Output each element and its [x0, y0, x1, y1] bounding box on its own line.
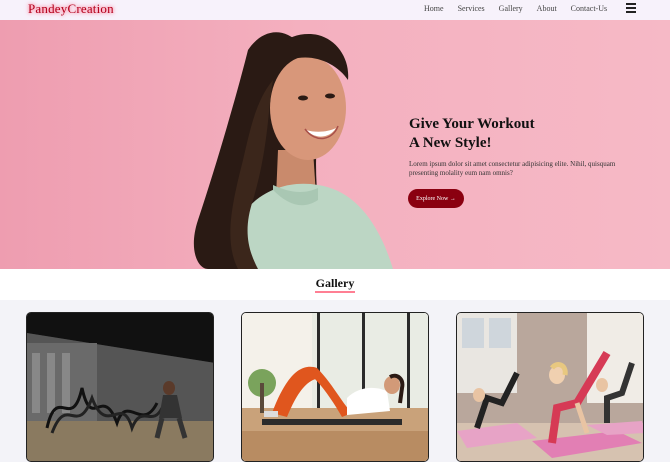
gallery-card-2[interactable]	[241, 312, 429, 462]
brand-logo[interactable]: PandeyCreation	[28, 1, 114, 17]
nav-link-home[interactable]: Home	[424, 4, 444, 13]
hero-description: Lorem ipsum dolor sit amet consectetur a…	[409, 160, 616, 177]
navbar: PandeyCreation Home Services Gallery Abo…	[0, 0, 670, 20]
hero-title-line1: Give Your Workout	[409, 116, 535, 132]
hero-section: Give Your Workout A New Style! Lorem ips…	[0, 20, 670, 269]
hero-woman-photo	[193, 32, 393, 269]
nav-links: Home Services Gallery About Contact-Us	[424, 4, 621, 13]
nav-link-services[interactable]: Services	[458, 4, 485, 13]
gallery-heading-text: Gallery	[314, 276, 356, 293]
hamburger-menu-icon[interactable]	[626, 3, 636, 13]
abs-crunch-workout-photo	[242, 313, 428, 461]
group-fitness-workout-photo	[457, 313, 643, 461]
gallery-heading: Gallery	[0, 276, 670, 293]
explore-now-button[interactable]: Explore Now →	[408, 189, 464, 208]
battle-ropes-workout-photo	[27, 313, 213, 461]
gallery-card-3[interactable]	[456, 312, 644, 462]
nav-link-about[interactable]: About	[537, 4, 557, 13]
nav-link-gallery[interactable]: Gallery	[499, 4, 523, 13]
gallery-card-1[interactable]	[26, 312, 214, 462]
hero-title: Give Your Workout A New Style!	[409, 115, 609, 153]
nav-link-contact-us[interactable]: Contact-Us	[571, 4, 607, 13]
hero-title-line2: A New Style!	[409, 135, 492, 151]
